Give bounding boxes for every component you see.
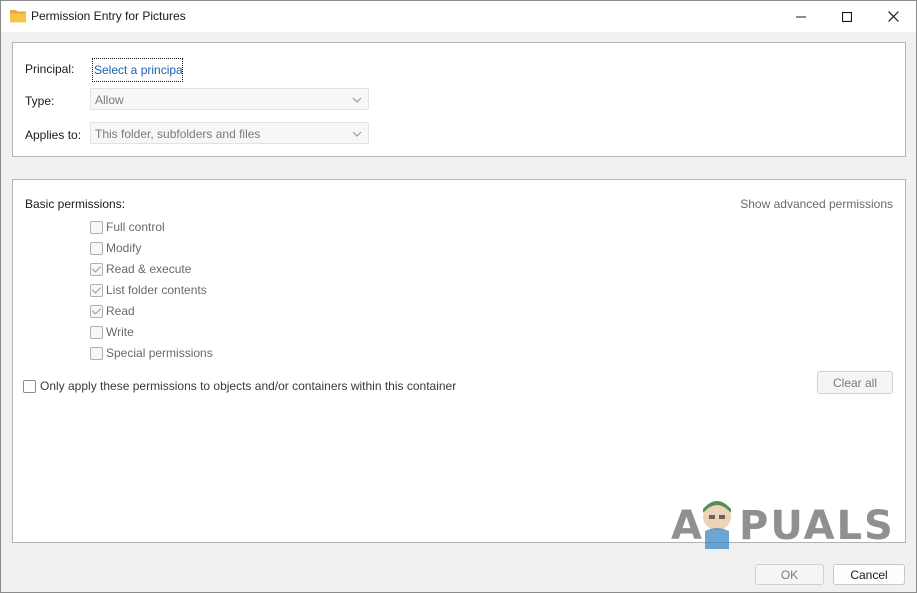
read-label: Read: [106, 304, 135, 318]
special-permissions-label: Special permissions: [106, 346, 213, 360]
permission-read-execute[interactable]: Read & execute: [90, 261, 191, 277]
applies-to-dropdown-value: This folder, subfolders and files: [95, 127, 261, 141]
permission-special[interactable]: Special permissions: [90, 345, 213, 361]
only-apply-label: Only apply these permissions to objects …: [40, 379, 457, 393]
select-principal-link-text: Select a principal: [94, 63, 182, 77]
principal-label: Principal:: [25, 62, 75, 76]
list-folder-contents-label: List folder contents: [106, 283, 207, 297]
read-checkbox[interactable]: [90, 304, 103, 318]
modify-checkbox[interactable]: [90, 241, 103, 255]
only-apply-option[interactable]: Only apply these permissions to objects …: [23, 378, 456, 394]
show-advanced-permissions-link[interactable]: Show advanced permissions: [740, 197, 893, 211]
basic-permissions-heading: Basic permissions:: [25, 197, 126, 211]
full-control-label: Full control: [106, 220, 165, 234]
permission-list-folder-contents[interactable]: List folder contents: [90, 282, 207, 298]
window-title: Permission Entry for Pictures: [31, 9, 186, 23]
list-folder-contents-checkbox[interactable]: [90, 283, 103, 297]
permission-full-control[interactable]: Full control: [90, 219, 165, 235]
full-control-checkbox[interactable]: [90, 220, 103, 234]
permission-write[interactable]: Write: [90, 324, 134, 340]
mascot-icon: [697, 499, 737, 554]
minimize-button[interactable]: [778, 1, 824, 32]
watermark-text: PUALS: [739, 503, 895, 549]
chevron-down-icon: [351, 128, 363, 138]
folder-icon: [10, 9, 26, 23]
only-apply-checkbox[interactable]: [23, 379, 36, 393]
minimize-icon: [796, 12, 806, 22]
ok-button[interactable]: OK: [755, 564, 824, 585]
maximize-button[interactable]: [824, 1, 870, 32]
select-principal-link[interactable]: Select a principal: [92, 58, 183, 82]
applies-to-dropdown[interactable]: This folder, subfolders and files: [90, 122, 369, 144]
maximize-icon: [842, 11, 852, 22]
clear-all-button[interactable]: Clear all: [817, 371, 893, 394]
type-dropdown[interactable]: Allow: [90, 88, 369, 110]
write-checkbox[interactable]: [90, 325, 103, 339]
permission-modify[interactable]: Modify: [90, 240, 141, 256]
close-button[interactable]: [870, 1, 916, 32]
type-label: Type:: [25, 94, 55, 108]
title-bar[interactable]: Permission Entry for Pictures: [1, 1, 916, 32]
read-execute-label: Read & execute: [106, 262, 192, 276]
read-execute-checkbox[interactable]: [90, 262, 103, 276]
applies-to-label: Applies to:: [25, 128, 82, 142]
type-dropdown-value: Allow: [95, 93, 124, 107]
cancel-button[interactable]: Cancel: [833, 564, 905, 585]
special-permissions-checkbox[interactable]: [90, 346, 103, 360]
permission-read[interactable]: Read: [90, 303, 135, 319]
appuals-watermark: A PUALS: [669, 499, 893, 554]
close-icon: [887, 11, 899, 22]
write-label: Write: [106, 325, 134, 339]
permission-entry-window: Permission Entry for Pictures Principal:…: [0, 0, 917, 593]
chevron-down-icon: [351, 94, 363, 104]
modify-label: Modify: [106, 241, 142, 255]
